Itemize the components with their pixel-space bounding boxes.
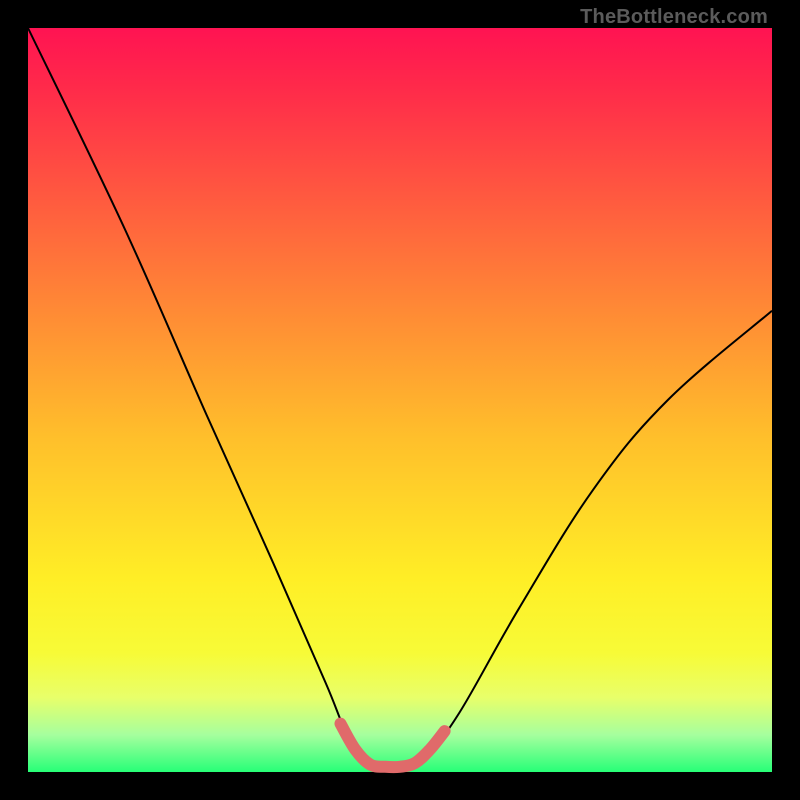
series-optimum-highlight: [340, 724, 444, 768]
series-bottleneck-curve: [28, 28, 772, 768]
chart-svg: [28, 28, 772, 772]
watermark-text: TheBottleneck.com: [580, 6, 768, 29]
